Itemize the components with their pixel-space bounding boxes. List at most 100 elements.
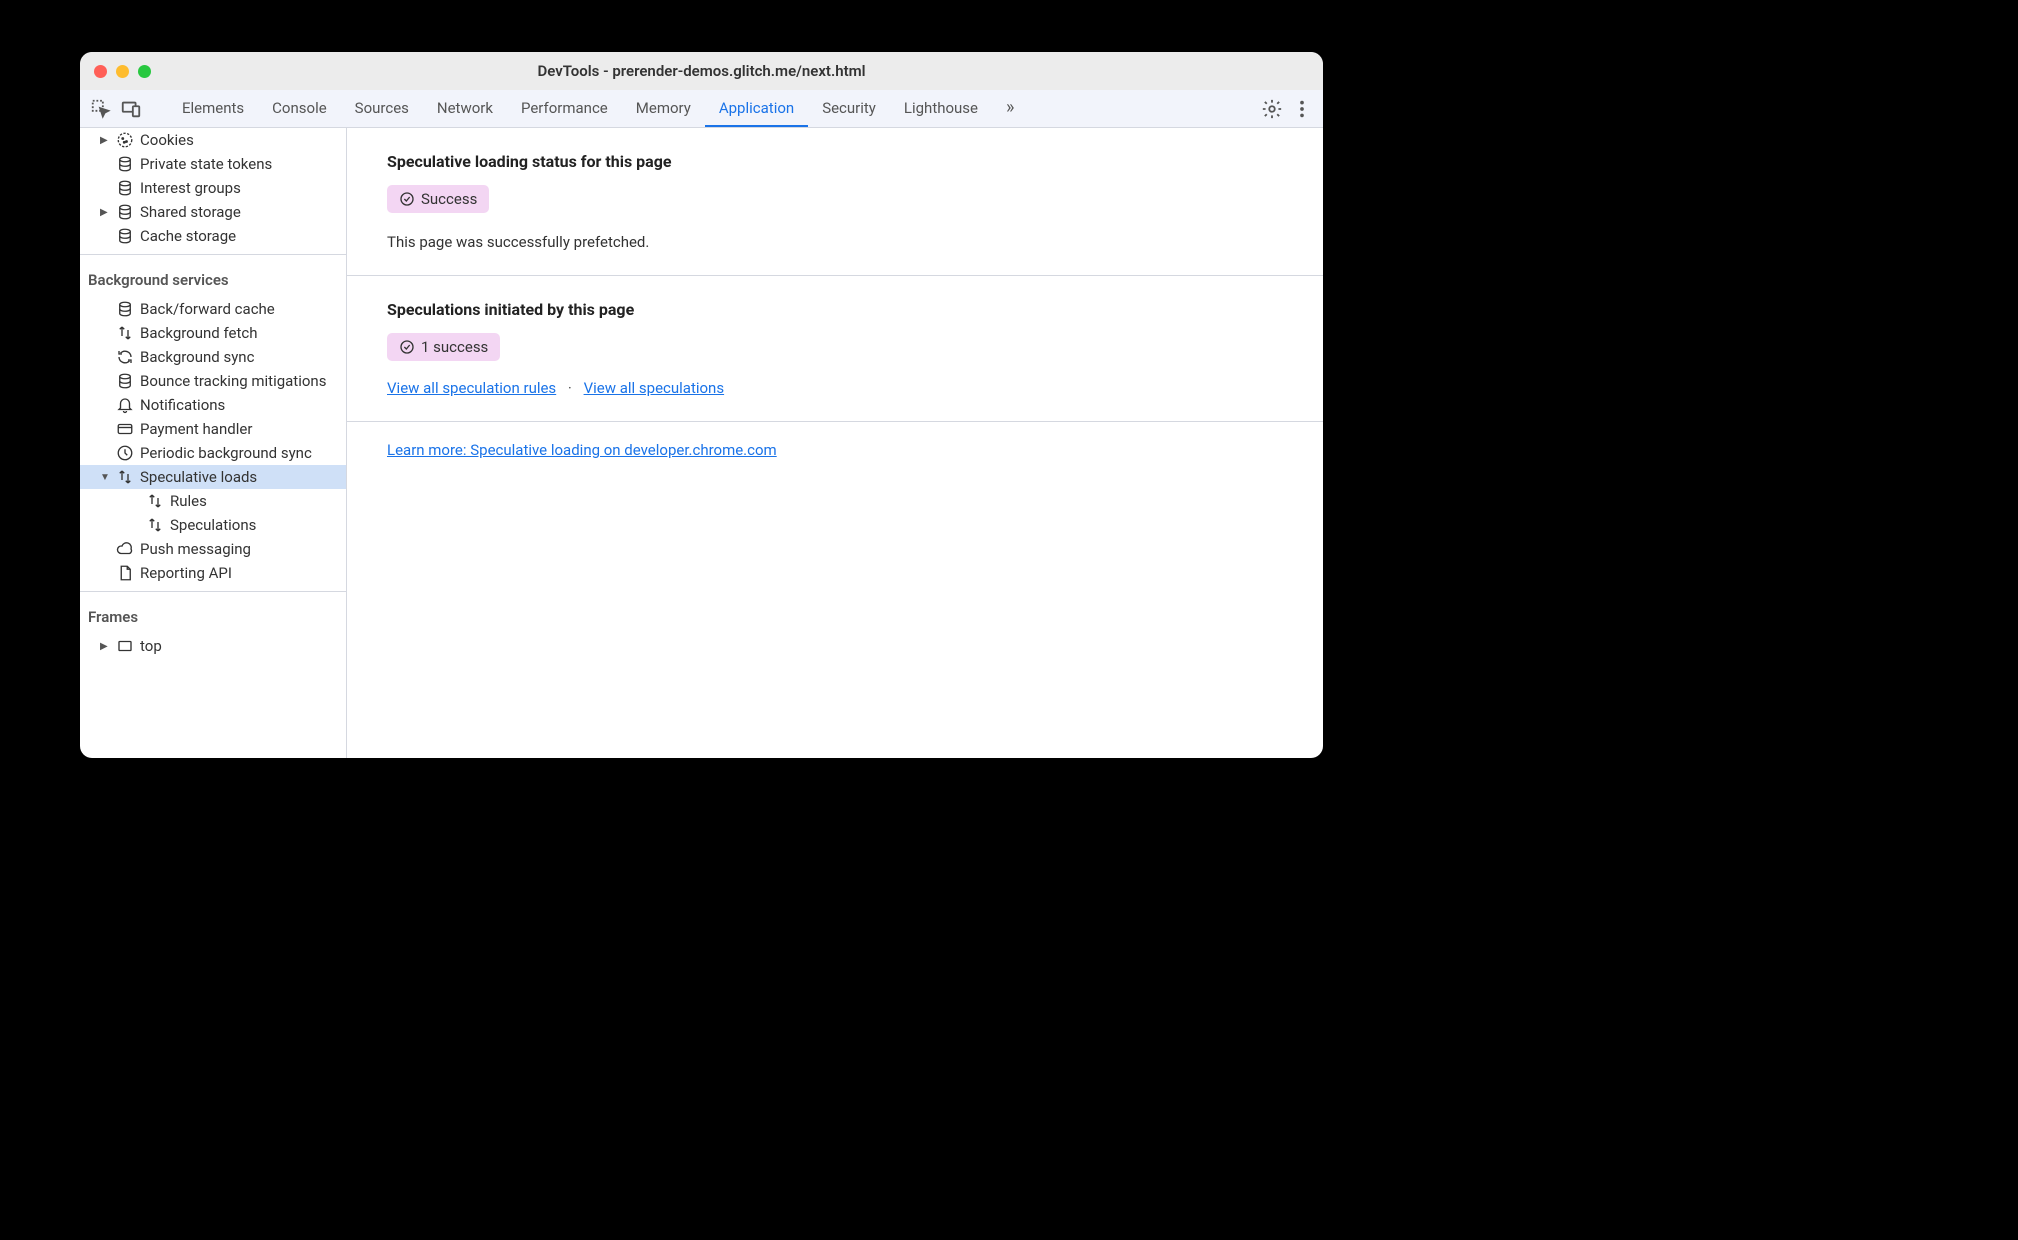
sidebar-item-label: top bbox=[140, 637, 162, 655]
initiated-badge-label: 1 success bbox=[421, 338, 488, 356]
tab-memory[interactable]: Memory bbox=[622, 90, 705, 127]
sidebar-item-label: Background fetch bbox=[140, 324, 257, 342]
status-badge-label: Success bbox=[421, 190, 477, 208]
tab-network[interactable]: Network bbox=[423, 90, 507, 127]
tab-console[interactable]: Console bbox=[258, 90, 341, 127]
tab-overflow[interactable]: » bbox=[992, 90, 1028, 127]
sidebar-item-label: Push messaging bbox=[140, 540, 251, 558]
sidebar-item-label: Payment handler bbox=[140, 420, 252, 438]
tab-application[interactable]: Application bbox=[705, 90, 808, 127]
status-text: This page was successfully prefetched. bbox=[387, 233, 1283, 251]
sidebar-item-label: Speculative loads bbox=[140, 468, 257, 486]
initiated-badge: 1 success bbox=[387, 333, 500, 361]
updown-icon bbox=[116, 468, 134, 486]
initiated-heading: Speculations initiated by this page bbox=[387, 300, 1283, 319]
tab-sources[interactable]: Sources bbox=[341, 90, 423, 127]
clock-icon bbox=[116, 444, 134, 462]
view-speculations-link[interactable]: View all speculations bbox=[584, 379, 725, 397]
device-toggle-icon[interactable] bbox=[120, 98, 142, 120]
close-button[interactable] bbox=[94, 65, 107, 78]
db-icon bbox=[116, 203, 134, 221]
sidebar-item-background-fetch[interactable]: Background fetch bbox=[80, 321, 346, 345]
sidebar-item-interest-groups[interactable]: Interest groups bbox=[80, 176, 346, 200]
sidebar[interactable]: Cookies Private state tokens Interest grou… bbox=[80, 128, 347, 758]
kebab-menu-icon[interactable] bbox=[1291, 98, 1313, 120]
titlebar: DevTools - prerender-demos.glitch.me/nex… bbox=[80, 52, 1323, 90]
inspect-icon[interactable] bbox=[90, 98, 112, 120]
chevron-right-icon bbox=[100, 207, 110, 218]
sidebar-item-payment-handler[interactable]: Payment handler bbox=[80, 417, 346, 441]
db-icon bbox=[116, 372, 134, 390]
tab-security[interactable]: Security bbox=[808, 90, 890, 127]
sidebar-item-label: Interest groups bbox=[140, 179, 241, 197]
chevron-right-icon: » bbox=[1006, 97, 1014, 118]
separator-dot: · bbox=[568, 379, 572, 397]
sidebar-item-label: Back/forward cache bbox=[140, 300, 275, 318]
chevron-down-icon bbox=[100, 472, 110, 483]
minimize-button[interactable] bbox=[116, 65, 129, 78]
section-frames: Frames bbox=[80, 598, 346, 634]
tab-elements[interactable]: Elements bbox=[168, 90, 258, 127]
maximize-button[interactable] bbox=[138, 65, 151, 78]
tab-lighthouse[interactable]: Lighthouse bbox=[890, 90, 992, 127]
status-badge: Success bbox=[387, 185, 489, 213]
section-background-services: Background services bbox=[80, 261, 346, 297]
db-icon bbox=[116, 227, 134, 245]
devtools-window: DevTools - prerender-demos.glitch.me/nex… bbox=[80, 52, 1323, 758]
status-heading: Speculative loading status for this page bbox=[387, 152, 1283, 171]
sidebar-item-label: Private state tokens bbox=[140, 155, 272, 173]
speculation-links: View all speculation rules · View all sp… bbox=[387, 379, 1283, 397]
sidebar-item-label: Notifications bbox=[140, 396, 225, 414]
check-circle-icon bbox=[399, 191, 415, 207]
sidebar-item-top[interactable]: top bbox=[80, 634, 346, 658]
initiated-section: Speculations initiated by this page 1 su… bbox=[347, 276, 1323, 422]
tab-performance[interactable]: Performance bbox=[507, 90, 622, 127]
sidebar-item-speculations[interactable]: Speculations bbox=[80, 513, 346, 537]
sidebar-item-label: Shared storage bbox=[140, 203, 241, 221]
sidebar-item-label: Cache storage bbox=[140, 227, 236, 245]
check-circle-icon bbox=[399, 339, 415, 355]
bell-icon bbox=[116, 396, 134, 414]
sidebar-item-bounce-tracking-mitigations[interactable]: Bounce tracking mitigations bbox=[80, 369, 346, 393]
frame-icon bbox=[116, 637, 134, 655]
toolbar: Elements Console Sources Network Perform… bbox=[80, 90, 1323, 128]
cloud-icon bbox=[116, 540, 134, 558]
sidebar-item-private-state-tokens[interactable]: Private state tokens bbox=[80, 152, 346, 176]
window-title: DevTools - prerender-demos.glitch.me/nex… bbox=[80, 62, 1323, 80]
sidebar-item-cache-storage[interactable]: Cache storage bbox=[80, 224, 346, 248]
sidebar-item-speculative-loads[interactable]: Speculative loads bbox=[80, 465, 346, 489]
divider bbox=[80, 254, 346, 255]
sidebar-item-rules[interactable]: Rules bbox=[80, 489, 346, 513]
db-icon bbox=[116, 300, 134, 318]
sync-icon bbox=[116, 348, 134, 366]
card-icon bbox=[116, 420, 134, 438]
sidebar-item-label: Background sync bbox=[140, 348, 254, 366]
updown-icon bbox=[146, 516, 164, 534]
status-section: Speculative loading status for this page… bbox=[347, 128, 1323, 276]
sidebar-item-shared-storage[interactable]: Shared storage bbox=[80, 200, 346, 224]
updown-icon bbox=[146, 492, 164, 510]
db-icon bbox=[116, 179, 134, 197]
view-rules-link[interactable]: View all speculation rules bbox=[387, 379, 556, 397]
chevron-right-icon bbox=[100, 135, 110, 146]
divider bbox=[80, 591, 346, 592]
sidebar-item-background-sync[interactable]: Background sync bbox=[80, 345, 346, 369]
doc-icon bbox=[116, 564, 134, 582]
cookie-icon bbox=[116, 131, 134, 149]
gear-icon[interactable] bbox=[1261, 98, 1283, 120]
sidebar-item-label: Speculations bbox=[170, 516, 256, 534]
sidebar-item-cookies[interactable]: Cookies bbox=[80, 128, 346, 152]
sidebar-item-notifications[interactable]: Notifications bbox=[80, 393, 346, 417]
body: Cookies Private state tokens Interest grou… bbox=[80, 128, 1323, 758]
sidebar-item-periodic-background-sync[interactable]: Periodic background sync bbox=[80, 441, 346, 465]
main-panel: Speculative loading status for this page… bbox=[347, 128, 1323, 758]
sidebar-item-reporting-api[interactable]: Reporting API bbox=[80, 561, 346, 585]
sidebar-item-label: Periodic background sync bbox=[140, 444, 312, 462]
learn-more-link[interactable]: Learn more: Speculative loading on devel… bbox=[387, 441, 777, 459]
chevron-right-icon bbox=[100, 641, 110, 652]
sidebar-item-back-forward-cache[interactable]: Back/forward cache bbox=[80, 297, 346, 321]
sidebar-item-label: Rules bbox=[170, 492, 207, 510]
sidebar-item-push-messaging[interactable]: Push messaging bbox=[80, 537, 346, 561]
learn-section: Learn more: Speculative loading on devel… bbox=[347, 422, 1323, 477]
db-icon bbox=[116, 155, 134, 173]
